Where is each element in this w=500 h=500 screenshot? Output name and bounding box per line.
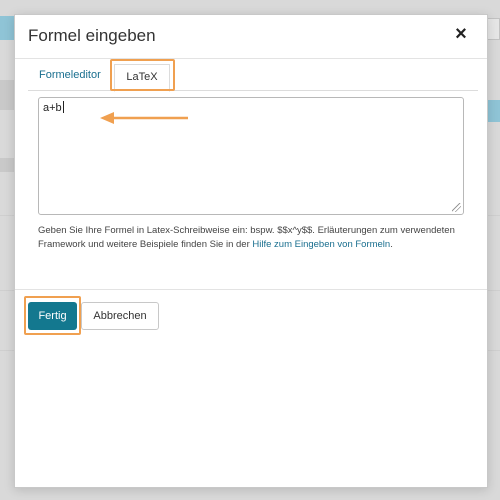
help-link[interactable]: Hilfe zum Eingeben von Formeln bbox=[252, 239, 390, 250]
help-text: Geben Sie Ihre Formel in Latex-Schreibwe… bbox=[38, 224, 468, 252]
background-tab-left bbox=[0, 16, 14, 40]
dialog-title: Formel eingeben bbox=[28, 26, 156, 45]
resize-grip-icon[interactable] bbox=[452, 203, 461, 212]
text-caret bbox=[62, 101, 64, 113]
arrow-left-icon bbox=[100, 112, 188, 124]
background-tab-right bbox=[486, 18, 500, 40]
formula-panel: Formeleditor LaTeX a+b Geben Sie Ihre Fo… bbox=[28, 59, 478, 291]
tab-latex[interactable]: LaTeX bbox=[114, 64, 170, 92]
fertig-button[interactable]: Fertig bbox=[28, 302, 77, 330]
background-tab-right-2 bbox=[486, 100, 500, 122]
tab-formeleditor[interactable]: Formeleditor bbox=[39, 69, 101, 81]
latex-input-value: a+b bbox=[43, 102, 62, 114]
footer-divider bbox=[15, 289, 487, 290]
close-icon[interactable]: × bbox=[453, 24, 469, 44]
background-block bbox=[0, 80, 14, 110]
abbrechen-button[interactable]: Abbrechen bbox=[81, 302, 159, 330]
help-text-suffix: . bbox=[390, 239, 393, 250]
formula-dialog: Formel eingeben × Formeleditor LaTeX a+b… bbox=[14, 14, 488, 488]
background-block bbox=[0, 158, 14, 172]
tab-bar: Formeleditor LaTeX bbox=[28, 59, 478, 92]
title-divider bbox=[15, 58, 487, 59]
